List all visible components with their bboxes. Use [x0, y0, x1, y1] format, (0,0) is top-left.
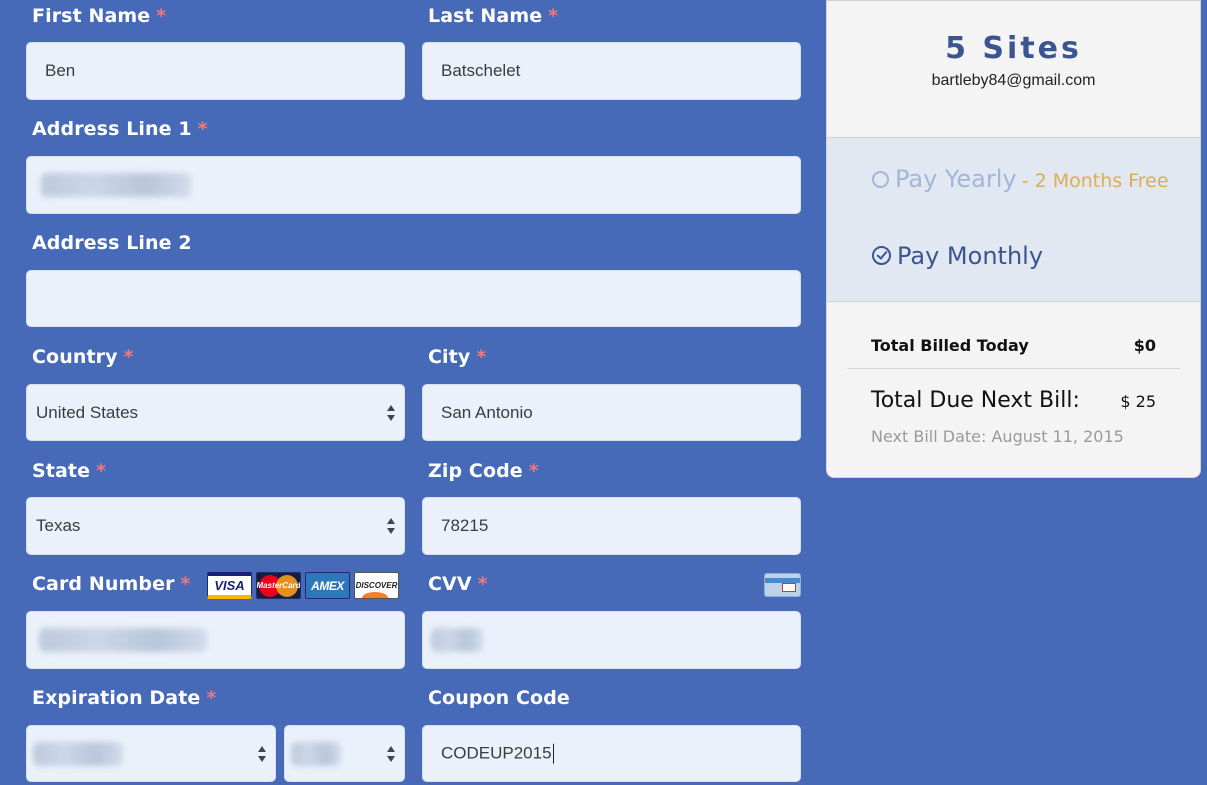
- zip-code-label: Zip Code *: [428, 460, 539, 482]
- total-due-next-row: Total Due Next Bill: $ 25: [871, 388, 1156, 413]
- address-line-1-input[interactable]: [26, 156, 801, 214]
- divider: [847, 368, 1180, 369]
- coupon-code-label: Coupon Code: [428, 687, 570, 709]
- country-label: Country *: [32, 346, 134, 368]
- select-arrows-icon: [257, 745, 267, 763]
- summary-header: 5 Sites bartleby84@gmail.com: [827, 1, 1200, 138]
- yearly-promo-text: - 2 Months Free: [1021, 170, 1169, 192]
- first-name-label: First Name *: [32, 5, 167, 27]
- state-label: State *: [32, 460, 107, 482]
- city-input[interactable]: San Antonio: [422, 384, 801, 441]
- total-next-label: Total Due Next Bill:: [871, 388, 1080, 413]
- redacted-value: [33, 741, 123, 766]
- total-today-value: $0: [1133, 336, 1156, 355]
- first-name-input[interactable]: Ben: [26, 42, 405, 100]
- select-arrows-icon: [386, 745, 396, 763]
- pay-monthly-label: Pay Monthly: [897, 242, 1044, 270]
- mastercard-icon: MasterCard: [256, 572, 301, 599]
- expiration-month-select[interactable]: [26, 725, 276, 782]
- pay-yearly-label: Pay Yearly: [895, 165, 1017, 193]
- pay-monthly-option[interactable]: Pay Monthly: [872, 242, 1043, 270]
- plan-title: 5 Sites: [945, 31, 1082, 66]
- check-circle-icon: [872, 246, 891, 265]
- zip-code-input[interactable]: 78215: [422, 497, 801, 555]
- expiration-date-label: Expiration Date *: [32, 687, 217, 709]
- expiration-year-select[interactable]: [284, 725, 405, 782]
- state-select[interactable]: Texas: [26, 497, 405, 555]
- last-name-label: Last Name *: [428, 5, 559, 27]
- next-bill-date: Next Bill Date: August 11, 2015: [871, 427, 1124, 446]
- select-arrows-icon: [386, 404, 396, 422]
- select-arrows-icon: [386, 517, 396, 535]
- billing-options: Pay Yearly - 2 Months Free Pay Monthly: [827, 138, 1200, 302]
- total-today-label: Total Billed Today: [871, 336, 1029, 355]
- last-name-input[interactable]: Batschelet: [422, 42, 801, 100]
- text-cursor: [552, 743, 554, 764]
- card-number-label: Card Number *: [32, 573, 191, 595]
- order-summary-panel: 5 Sites bartleby84@gmail.com Pay Yearly …: [826, 0, 1201, 478]
- address-line-2-input[interactable]: [26, 270, 801, 327]
- redacted-value: [39, 628, 207, 652]
- amex-icon: AMEX: [305, 572, 350, 599]
- radio-unchecked-icon: [872, 171, 889, 188]
- redacted-value: [291, 741, 341, 766]
- total-next-value: $ 25: [1120, 392, 1156, 411]
- cvv-input[interactable]: [422, 611, 801, 669]
- address-line-1-label: Address Line 1 *: [32, 118, 208, 140]
- account-email: bartleby84@gmail.com: [931, 72, 1096, 89]
- address-line-2-label: Address Line 2: [32, 232, 192, 254]
- city-label: City *: [428, 346, 487, 368]
- card-number-input[interactable]: [26, 611, 405, 669]
- accepted-cards: VISA MasterCard AMEX DISCOVER: [207, 572, 399, 599]
- country-select[interactable]: United States: [26, 384, 405, 441]
- coupon-code-input[interactable]: CODEUP2015: [422, 725, 801, 782]
- total-billed-today-row: Total Billed Today $0: [871, 336, 1156, 355]
- discover-icon: DISCOVER: [354, 572, 399, 599]
- cvv-label: CVV *: [428, 573, 488, 595]
- card-back-icon: [764, 573, 801, 597]
- redacted-value: [41, 173, 191, 197]
- coupon-code-value: CODEUP2015: [441, 743, 552, 763]
- redacted-value: [431, 628, 483, 652]
- pay-yearly-option[interactable]: Pay Yearly - 2 Months Free: [872, 166, 1172, 195]
- visa-icon: VISA: [207, 572, 252, 599]
